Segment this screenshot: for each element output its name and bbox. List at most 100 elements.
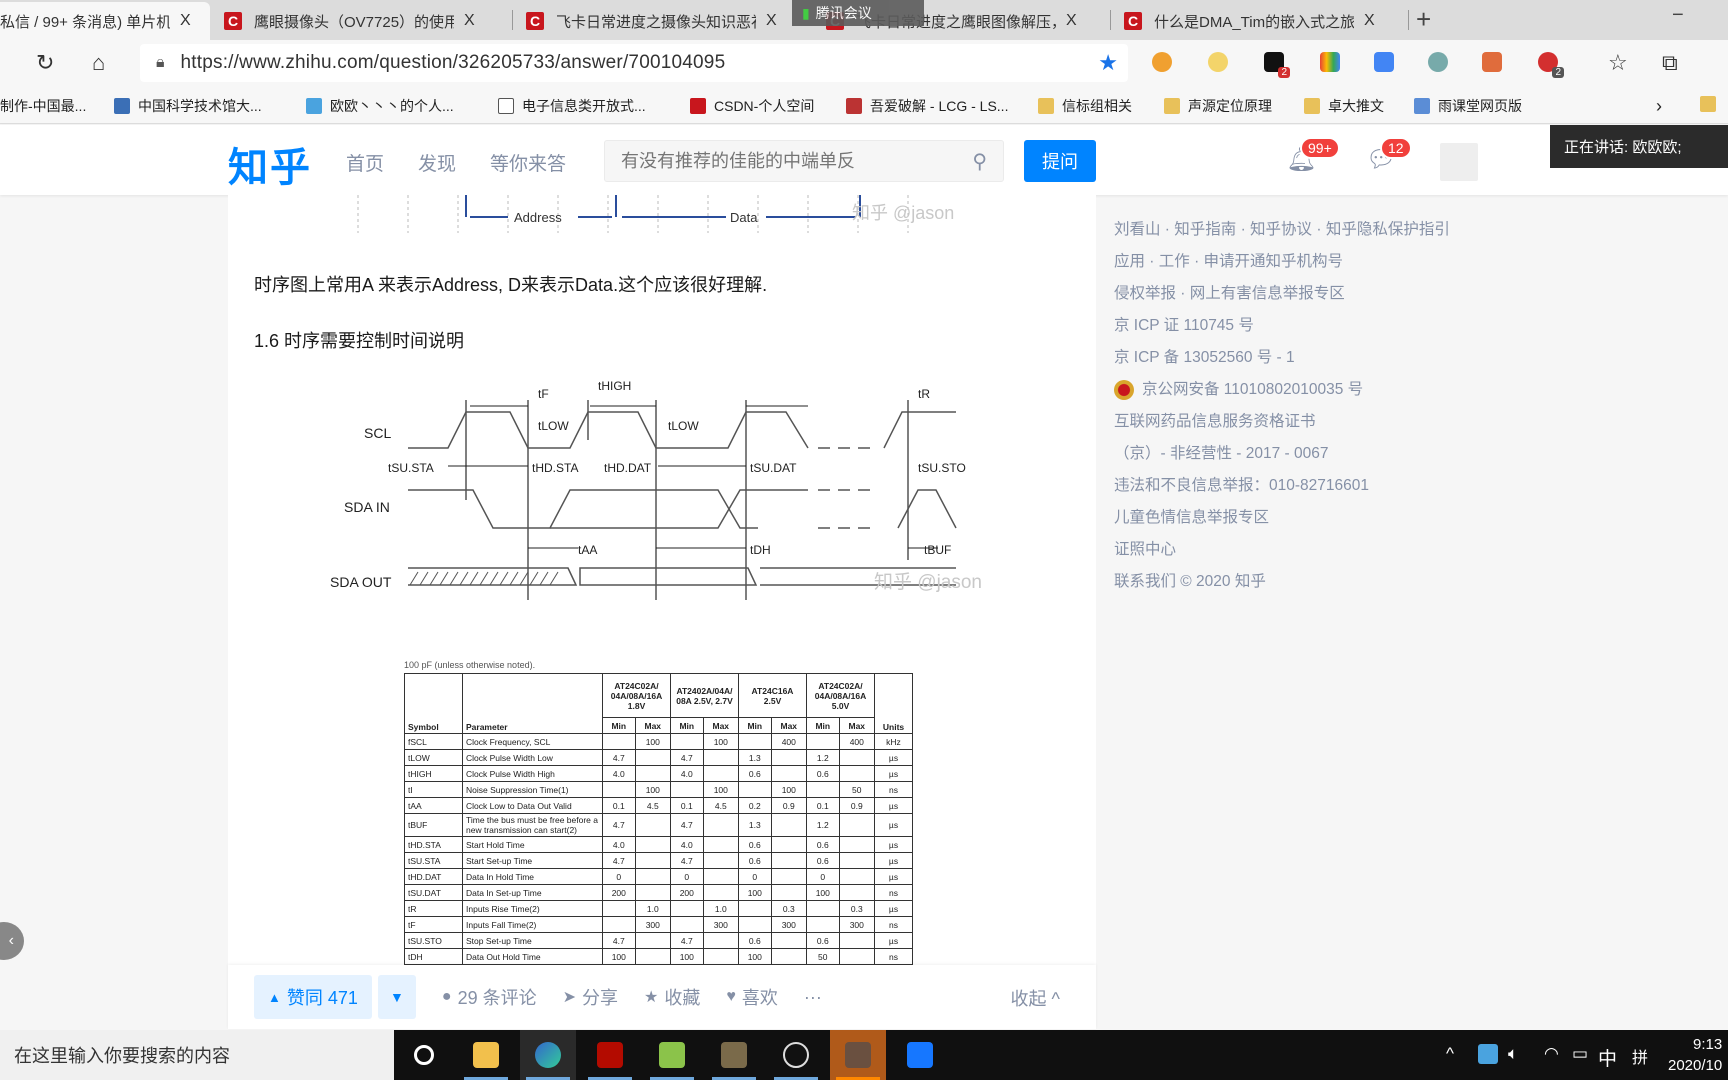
tray-overflow-chevron-icon[interactable]: ^ (1446, 1044, 1454, 1064)
app-icon[interactable] (830, 1030, 886, 1080)
value-cell: 0.3 (770, 900, 808, 917)
tab-zhihu-messages[interactable]: 私信 / 99+ 条消息) 单片机 X (0, 2, 210, 40)
favorites-icon[interactable]: ☆ (1608, 50, 1628, 76)
comments-button[interactable]: ● 29 条评论 (442, 984, 537, 1010)
back-floating-button[interactable]: ‹ (0, 922, 24, 960)
collapse-button[interactable]: 收起 ^ (1011, 985, 1060, 1011)
bookmark-item[interactable]: CSDN-个人空间 (690, 96, 814, 116)
value-cell (634, 868, 672, 885)
tab-dma[interactable]: C 什么是DMA_Tim的嵌入式之旅-C X (1114, 2, 1414, 40)
bookmark-item[interactable]: 电子信息类开放式... (498, 96, 646, 116)
extension-icon[interactable] (1320, 52, 1340, 72)
edge-icon[interactable] (520, 1030, 576, 1080)
csdn-icon (690, 98, 706, 114)
search-input[interactable] (621, 150, 941, 172)
downvote-button[interactable]: ▼ (377, 975, 416, 1019)
bookmark-item[interactable]: 制作-中国最... (0, 96, 86, 116)
ask-question-button[interactable]: 提问 (1024, 140, 1096, 182)
nav-discover[interactable]: 发现 (418, 149, 456, 176)
user-avatar[interactable] (1440, 143, 1478, 181)
translate-icon[interactable] (1374, 52, 1394, 72)
tab-close-icon[interactable]: X (180, 12, 191, 30)
extension-icon[interactable]: 2 (1264, 52, 1290, 78)
search-icon[interactable]: ⚲ (972, 149, 987, 174)
cortana-icon[interactable] (396, 1030, 452, 1080)
notepad-plus-icon[interactable] (644, 1030, 700, 1080)
value-cell (838, 932, 876, 949)
csdn-icon: C (526, 12, 544, 30)
footer-link[interactable]: 互联网药品信息服务资格证书 (1114, 406, 1514, 438)
value-cell: 4.0 (602, 836, 636, 853)
bookmark-folder[interactable]: 信标组相关 (1038, 96, 1132, 116)
ime-language[interactable]: 中 (1598, 1044, 1617, 1071)
system-clock[interactable]: 9:13 2020/10 (1668, 1034, 1722, 1076)
footer-link[interactable]: 儿童色情信息举报专区 (1114, 502, 1514, 534)
bookmark-item[interactable]: 吾爱破解 - LCG - LS... (846, 96, 1008, 116)
bookmarks-overflow-chevron-icon[interactable]: › (1656, 96, 1662, 117)
file-explorer-icon[interactable] (458, 1030, 514, 1080)
tab-close-icon[interactable]: X (766, 12, 777, 30)
timing-param-label: tLOW (668, 419, 699, 433)
other-favorites-folder[interactable] (1700, 96, 1724, 112)
upvote-button[interactable]: ▲ 赞同 471 (254, 975, 372, 1019)
zhihu-logo[interactable]: 知乎 (228, 135, 312, 193)
more-button[interactable]: ··· (804, 987, 822, 1008)
value-cell: 4.7 (602, 932, 636, 949)
footer-link[interactable]: 侵权举报 · 网上有害信息举报专区 (1114, 278, 1514, 310)
tray-app-icon[interactable] (1478, 1044, 1498, 1064)
tab-camera-knowledge[interactable]: C 飞卡日常进度之摄像头知识恶补_ X (516, 2, 816, 40)
bookmark-folder[interactable]: 卓大推文 (1304, 96, 1384, 116)
like-button[interactable]: ♥ 喜欢 (726, 984, 778, 1010)
ime-mode[interactable]: 拼 (1632, 1044, 1648, 1068)
symbol-cell: tLOW (404, 749, 463, 766)
value-cell (838, 884, 876, 901)
footer-link[interactable]: 刘看山 · 知乎指南 · 知乎协议 · 知乎隐私保护指引 (1114, 214, 1514, 246)
wifi-icon[interactable]: ◠ (1544, 1044, 1559, 1064)
bookmark-item[interactable]: 雨课堂网页版 (1414, 96, 1522, 116)
new-tab-button[interactable]: + (1416, 4, 1431, 35)
acrobat-icon[interactable] (582, 1030, 638, 1080)
meeting-overlay[interactable]: ▮ 腾讯会议 (792, 0, 924, 26)
speaking-indicator: 正在讲话: 欧欧欧; (1550, 125, 1728, 168)
search-box[interactable]: ⚲ (604, 140, 1004, 182)
share-button[interactable]: ➤ 分享 (563, 984, 618, 1010)
value-cell: 300 (838, 916, 876, 933)
tab-close-icon[interactable]: X (464, 12, 475, 30)
refresh-icon[interactable]: ↻ (36, 50, 54, 76)
extension-icon[interactable] (1428, 52, 1448, 72)
address-bar[interactable]: 🔒︎ https://www.zhihu.com/question/326205… (140, 44, 1128, 82)
nav-waiting-answers[interactable]: 等你来答 (490, 149, 566, 176)
extension-icon[interactable] (1208, 52, 1228, 72)
favorite-star-icon[interactable]: ★ (1098, 50, 1118, 76)
volume-icon[interactable]: 🔈︎ (1508, 1044, 1518, 1064)
nav-home[interactable]: 首页 (346, 149, 384, 176)
url-text[interactable]: https://www.zhihu.com/question/326205733… (181, 52, 726, 74)
value-cell (770, 813, 808, 837)
tencent-meeting-icon[interactable] (892, 1030, 948, 1080)
battery-icon[interactable]: ▭ (1572, 1044, 1588, 1064)
bookmark-item[interactable]: 中国科学技术馆大... (114, 96, 262, 116)
tab-close-icon[interactable]: X (1066, 12, 1077, 30)
bookmark-folder[interactable]: 声源定位原理 (1164, 96, 1272, 116)
value-cell: 0.2 (738, 797, 772, 814)
app-icon[interactable] (768, 1030, 824, 1080)
footer-link[interactable]: 京 ICP 备 13052560 号 - 1 (1114, 342, 1514, 374)
value-cell (806, 900, 840, 917)
symbol-cell: tDH (404, 948, 463, 965)
extension-icon[interactable] (1482, 52, 1502, 72)
tab-ov7725[interactable]: C 鹰眼摄像头（OV7725）的使用_ X (214, 2, 514, 40)
footer-link[interactable]: 应用 · 工作 · 申请开通知乎机构号 (1114, 246, 1514, 278)
home-icon[interactable]: ⌂ (92, 50, 105, 76)
extension-icon[interactable]: 2 (1538, 52, 1564, 78)
minimize-button[interactable]: − (1672, 4, 1684, 27)
altium-icon[interactable] (706, 1030, 762, 1080)
value-cell: 100 (770, 781, 808, 798)
tab-close-icon[interactable]: X (1364, 12, 1375, 30)
footer-link[interactable]: 京公网安备 11010802010035 号 (1114, 374, 1514, 406)
extension-icon[interactable] (1152, 52, 1172, 72)
collections-icon[interactable]: ⧉ (1662, 50, 1678, 76)
footer-link[interactable]: 证照中心 (1114, 534, 1514, 566)
favorite-button[interactable]: ★ 收藏 (644, 984, 700, 1010)
taskbar-search[interactable]: 在这里输入你要搜索的内容 (0, 1030, 394, 1080)
bookmark-item[interactable]: 欧欧丶丶丶的个人... (306, 96, 454, 116)
